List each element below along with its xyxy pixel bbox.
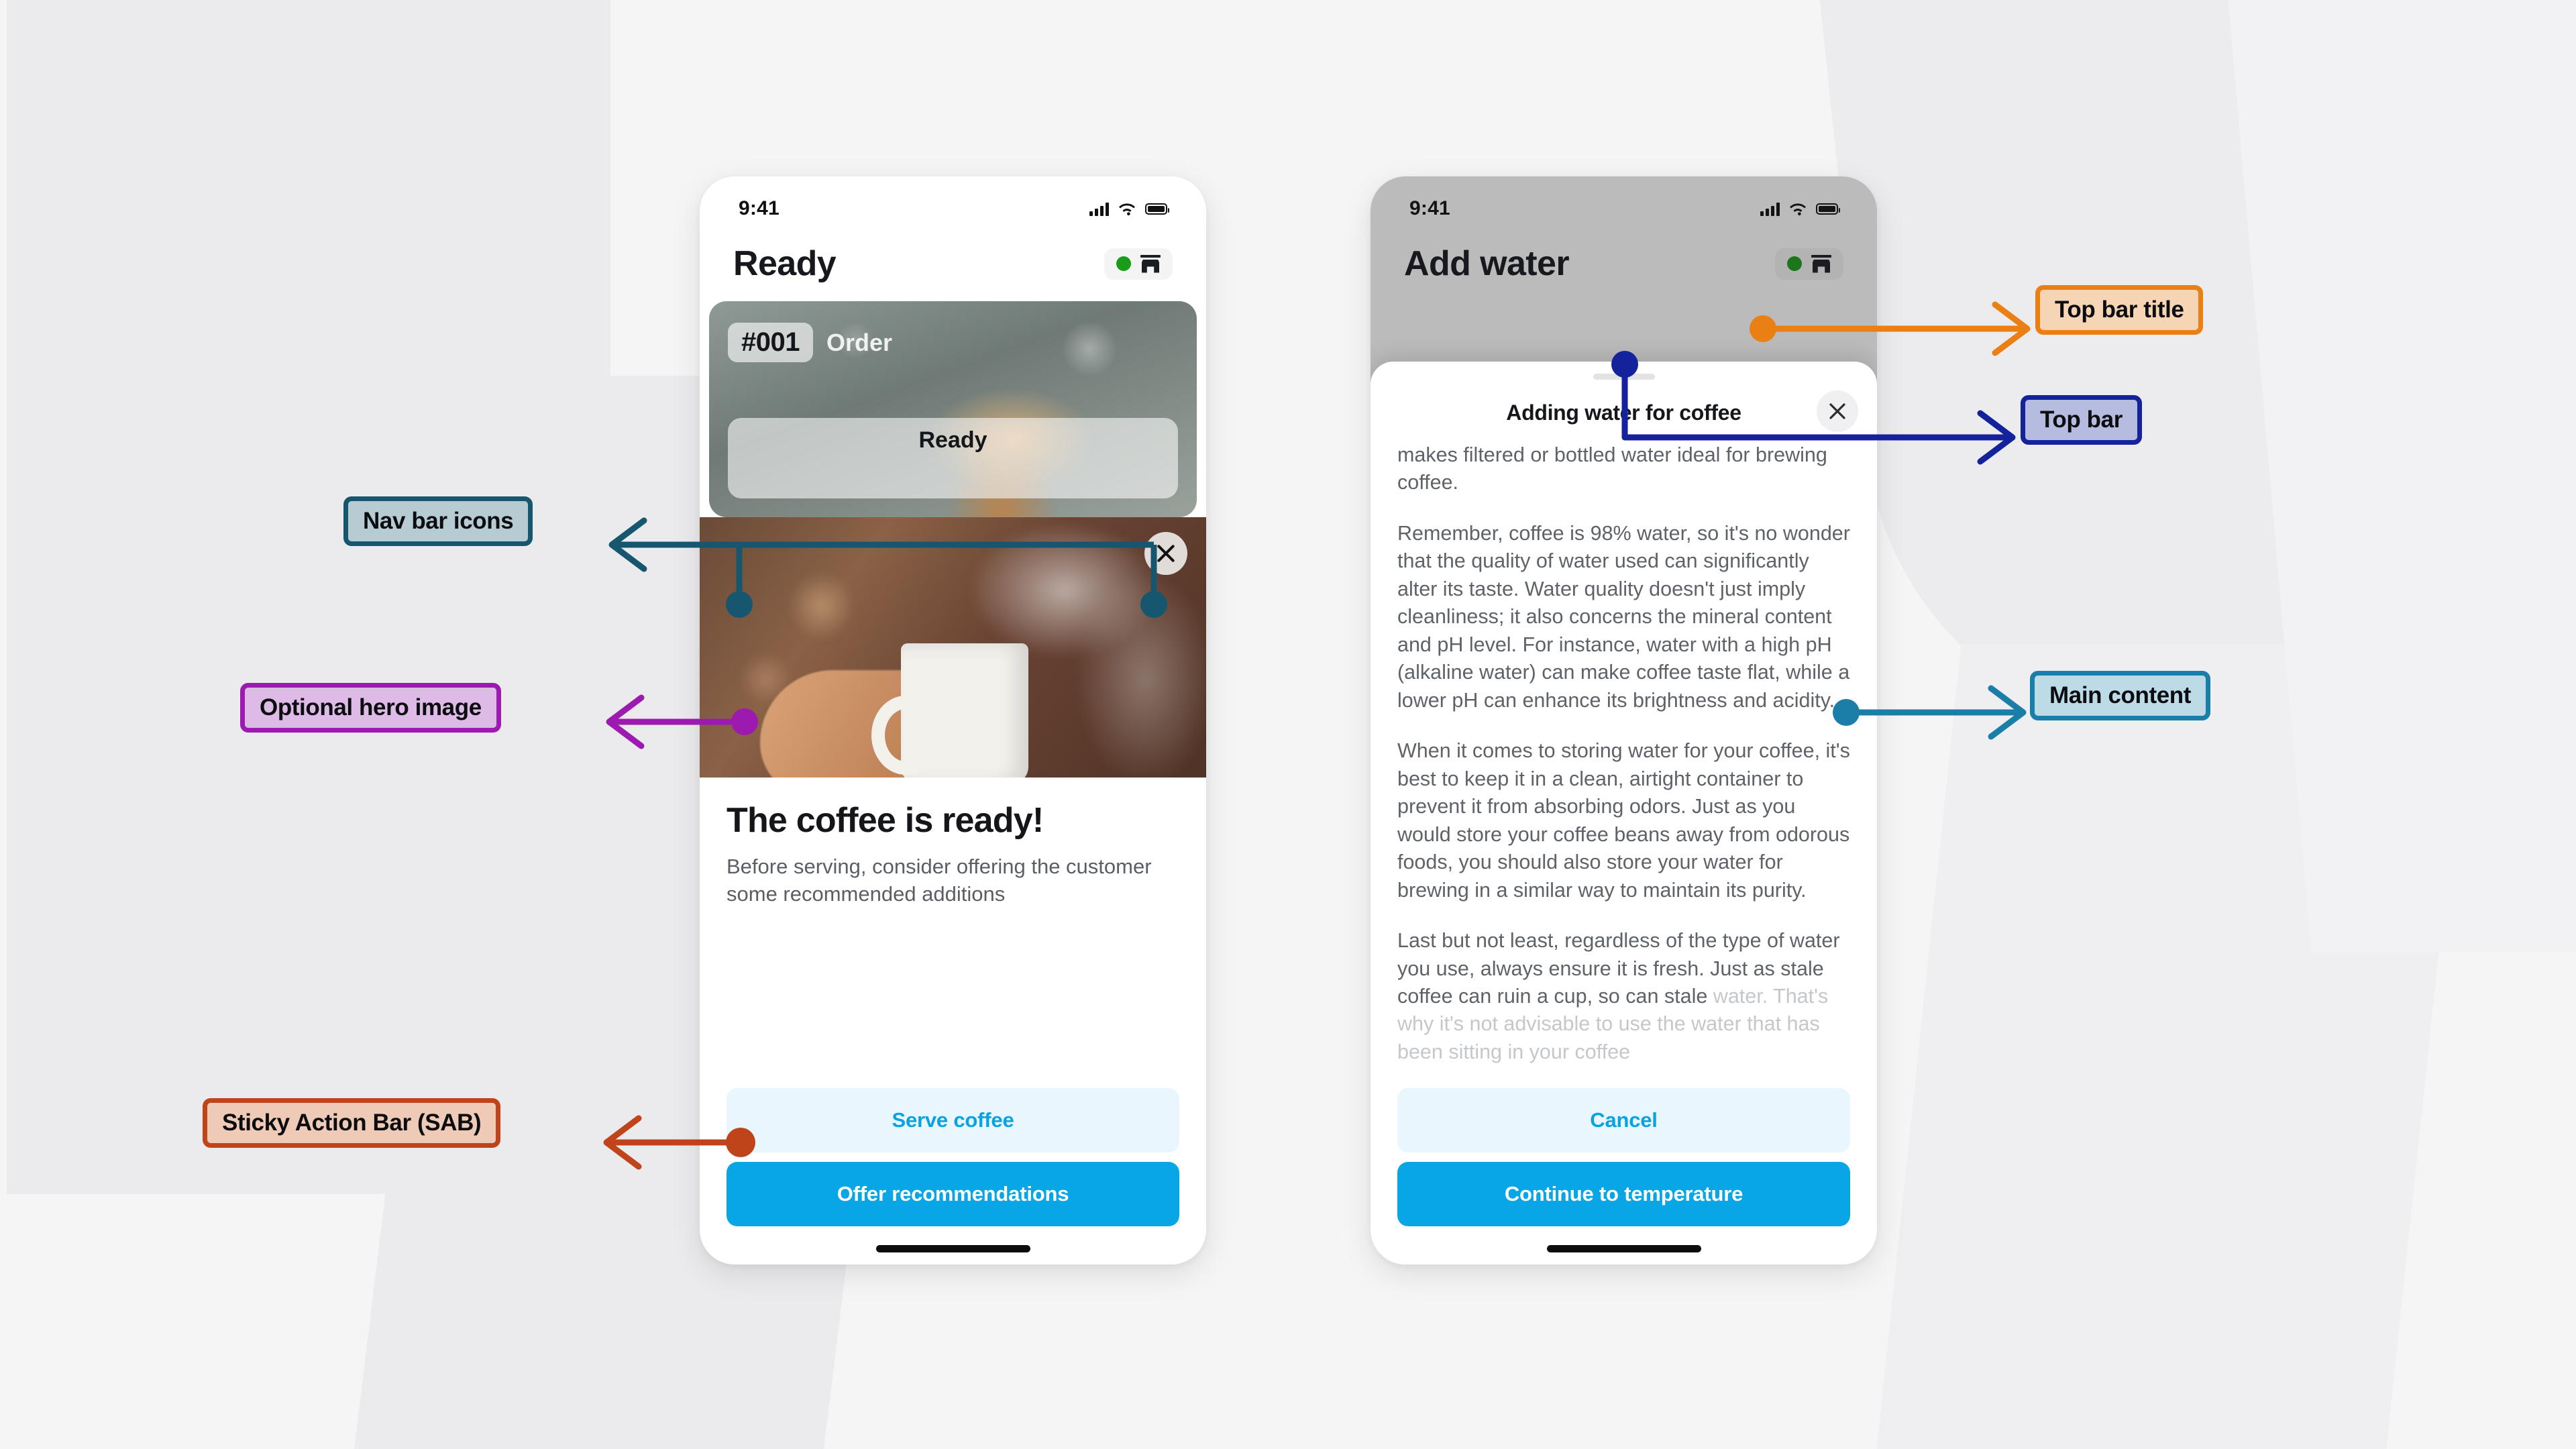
main-content-left: The coffee is ready! Before serving, con…	[700, 777, 1206, 908]
green-dot-icon	[1116, 256, 1131, 271]
diagram-canvas: 9:41 Ready #001 Order Ready The coffee i…	[0, 0, 2576, 1449]
nav-bar: Ready	[700, 229, 1206, 301]
home-indicator	[1546, 1245, 1701, 1252]
sheet-paragraph-last: Last but not least, regardless of the ty…	[1397, 927, 1850, 1066]
hero-close-button[interactable]	[1144, 532, 1187, 575]
main-content-right[interactable]: makes filtered or bottled water ideal fo…	[1371, 441, 1877, 1144]
sheet-paragraph: When it comes to storing water for your …	[1397, 739, 1850, 902]
sticky-action-bar-left: Serve coffee Offer recommendations	[700, 1088, 1206, 1265]
top-bar-title: Adding water for coffee	[1506, 400, 1741, 425]
storefront-icon[interactable]	[1140, 254, 1161, 273]
content-subtext: Before serving, consider offering the cu…	[727, 855, 1152, 906]
phone-mockup-left: 9:41 Ready #001 Order Ready The coffee i…	[700, 176, 1206, 1265]
cellular-bars-icon	[1089, 201, 1109, 216]
status-icons	[1089, 201, 1169, 216]
close-icon	[1157, 545, 1175, 562]
sheet-paragraph: makes filtered or bottled water ideal fo…	[1397, 443, 1827, 494]
order-status-pill: Ready	[728, 418, 1178, 498]
bottom-sheet: Adding water for coffee makes filtered o…	[1371, 362, 1877, 1265]
top-bar: Adding water for coffee	[1371, 380, 1877, 445]
order-card-header: #001 Order	[709, 301, 1197, 384]
order-label: Order	[826, 328, 893, 356]
sheet-close-button[interactable]	[1817, 390, 1858, 432]
wifi-icon	[1118, 203, 1136, 215]
order-number-badge: #001	[728, 323, 813, 362]
status-time: 9:41	[739, 197, 780, 219]
annotation-optional-hero: Optional hero image	[240, 683, 501, 733]
annotation-main-content: Main content	[2030, 671, 2211, 720]
order-status-text: Ready	[918, 427, 987, 453]
offer-recommendations-button[interactable]: Offer recommendations	[727, 1162, 1179, 1226]
annotation-top-bar-title: Top bar title	[2035, 285, 2204, 335]
continue-to-temperature-button[interactable]: Continue to temperature	[1397, 1162, 1850, 1226]
page-title: Ready	[733, 244, 837, 283]
nav-bar-icons-chip[interactable]	[1104, 248, 1173, 280]
battery-icon	[1145, 203, 1169, 215]
home-indicator	[875, 1245, 1030, 1252]
order-card[interactable]: #001 Order Ready	[709, 301, 1197, 517]
cancel-button[interactable]: Cancel	[1397, 1088, 1850, 1152]
hero-image	[700, 517, 1206, 777]
phone-mockup-right: 9:41 Add water Adding water for coffee m…	[1371, 176, 1877, 1265]
drag-handle[interactable]	[1593, 374, 1655, 380]
content-heading: The coffee is ready!	[727, 801, 1044, 840]
status-bar: 9:41	[700, 176, 1206, 229]
annotation-sticky-action: Sticky Action Bar (SAB)	[203, 1098, 501, 1148]
annotation-top-bar: Top bar	[2021, 395, 2142, 445]
annotation-nav-bar-icons: Nav bar icons	[343, 496, 533, 546]
serve-coffee-button[interactable]: Serve coffee	[727, 1088, 1179, 1152]
sticky-action-bar-right: Cancel Continue to temperature	[1371, 1088, 1877, 1265]
sheet-paragraph: Remember, coffee is 98% water, so it's n…	[1397, 521, 1850, 712]
close-icon	[1829, 403, 1845, 419]
hero-mug-shape	[871, 643, 1028, 777]
